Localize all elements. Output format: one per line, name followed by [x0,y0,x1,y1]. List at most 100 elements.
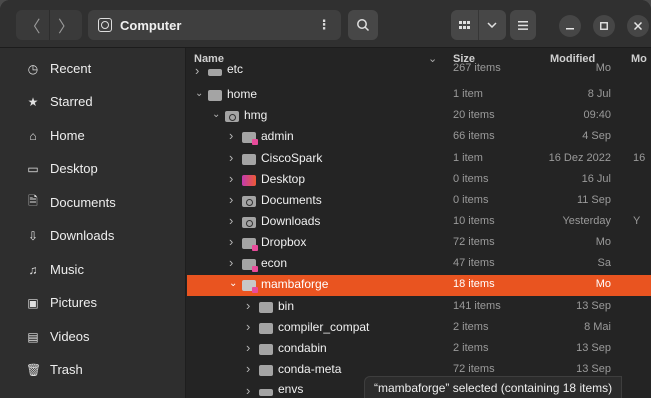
grid-view-icon [459,20,470,29]
file-modified: Mo [595,236,611,248]
sidebar-item-videos[interactable]: ▤ Videos [0,320,186,353]
file-modified: 11 Sep [576,194,611,206]
file-size: 47 items [453,257,495,269]
file-modified: 8 Jul [587,88,611,100]
chevron-right-icon[interactable]: › [246,361,256,376]
file-modified: 13 Sep [576,300,611,312]
maximize-button[interactable] [593,15,615,37]
sidebar-item-label: Recent [50,61,92,76]
table-row[interactable]: › Downloads 10 items Yesterday Y [187,212,651,233]
file-name: Desktop [261,172,306,186]
file-name: admin [261,129,294,143]
folder-icon [242,259,258,272]
file-name: mambaforge [261,277,329,291]
file-modified: 09:40 [583,109,611,121]
minimize-button[interactable] [559,15,581,37]
table-row[interactable]: › admin 66 items 4 Sep [187,127,651,148]
table-row[interactable]: › CiscoSpark 1 item 16 Dez 2022 16 [187,149,651,170]
music-icon: ♫ [28,262,38,277]
sidebar-item-desktop[interactable]: ▭ Desktop [0,152,186,185]
folder-icon [225,111,239,122]
grid-view-button[interactable] [451,10,478,40]
table-row[interactable]: › Dropbox 72 items Mo [187,233,651,254]
folder-icon [208,90,222,101]
chevron-right-icon[interactable]: › [246,298,256,313]
file-size: 2 items [453,342,489,354]
path-menu-button[interactable]: ⋮ [315,10,333,40]
close-icon [634,22,642,30]
forward-icon: 〉 [57,19,74,36]
file-size: 1 item [453,88,483,100]
table-row[interactable]: › compiler_compat 2 items 8 Mai [187,318,651,339]
chevron-right-icon[interactable]: › [246,383,256,398]
file-size: 0 items [453,173,489,185]
chevron-right-icon[interactable]: › [229,192,239,207]
chevron-right-icon[interactable]: › [229,255,239,270]
sidebar-item-starred[interactable]: ★ Starred [0,85,186,118]
path-bar[interactable]: Computer ⋮ [88,10,341,40]
chevron-right-icon[interactable]: › [195,63,205,78]
chevron-right-icon[interactable]: › [246,319,256,334]
chevron-down-icon[interactable]: ⌄ [195,88,205,99]
main-menu-button[interactable] [510,10,536,40]
table-row[interactable]: ⌄ hmg 20 items 09:40 [187,106,651,127]
file-size: 267 items [453,62,501,74]
sidebar-item-label: Downloads [50,228,115,243]
table-row[interactable]: › condabin 2 items 13 Sep [187,339,651,360]
chevron-right-icon[interactable]: › [229,171,239,186]
navigation-buttons: 〈 〉 [16,10,82,40]
folder-icon [242,238,258,251]
desktop-icon: ▭ [27,161,39,176]
folder-icon [208,69,222,76]
table-row[interactable]: › econ 47 items Sa [187,254,651,275]
file-name: bin [278,299,295,313]
picture-icon: ▣ [27,295,39,310]
folder-icon [242,132,258,145]
sidebar-item-downloads[interactable]: ⇩ Downloads [0,219,186,252]
file-name: Downloads [261,214,321,228]
minimize-icon [566,28,574,30]
view-switcher [451,10,506,40]
folder-icon [259,323,273,334]
sidebar-item-pictures[interactable]: ▣ Pictures [0,286,186,319]
file-modified-extra: 16 [633,152,646,164]
location-label: Computer [120,17,182,33]
video-icon: ▤ [27,329,39,344]
file-name: home [227,87,258,101]
back-button[interactable]: 〈 [16,10,49,40]
close-button[interactable] [627,15,649,37]
file-size: 66 items [453,130,495,142]
sidebar-item-trash[interactable]: 🗑 Trash [0,353,186,386]
chevron-right-icon[interactable]: › [229,150,239,165]
table-row[interactable]: › Desktop 0 items 16 Jul [187,170,651,191]
file-modified: 16 Jul [581,173,611,185]
sidebar-item-documents[interactable]: 🗎 Documents [0,186,186,219]
table-row[interactable]: › Documents 0 items 11 Sep [187,191,651,212]
sidebar-item-home[interactable]: ⌂ Home [0,119,186,152]
file-name: etc [227,62,244,76]
trash-icon: 🗑 [26,362,42,377]
forward-button[interactable]: 〉 [49,10,82,40]
chevron-down-icon[interactable]: ⌄ [212,109,222,120]
table-row[interactable]: › bin 141 items 13 Sep [187,297,651,318]
table-row[interactable]: ⌄ home 1 item 8 Jul [187,85,651,106]
file-size: 1 item [453,152,483,164]
chevron-down-icon[interactable]: ⌄ [229,278,239,289]
file-name: Documents [261,193,322,207]
file-modified: 13 Sep [576,342,611,354]
sidebar-item-label: Trash [50,362,83,377]
table-row[interactable]: ⌄ mambaforge 18 items Mo [187,275,651,296]
view-options-button[interactable] [478,10,505,40]
sidebar-item-music[interactable]: ♫ Music [0,253,186,286]
file-name: CiscoSpark [261,151,323,165]
chevron-right-icon[interactable]: › [229,213,239,228]
chevron-right-icon[interactable]: › [229,128,239,143]
chevron-right-icon[interactable]: › [246,340,256,355]
chevron-right-icon[interactable]: › [229,234,239,249]
sidebar-item-label: Videos [50,329,90,344]
sidebar-item-recent[interactable]: ◷ Recent [0,52,186,85]
folder-icon [259,344,273,355]
table-row[interactable]: › etc 267 items Mo [187,62,651,83]
search-button[interactable] [348,10,378,40]
header-bar: 〈 〉 Computer ⋮ [0,0,651,48]
